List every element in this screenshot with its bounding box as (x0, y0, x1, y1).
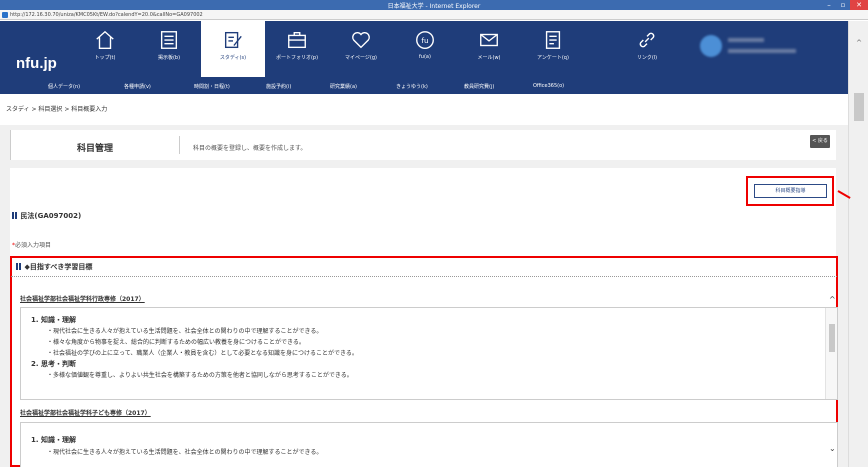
link-icon (639, 32, 655, 48)
study-icon (224, 31, 242, 49)
nav-portfolio[interactable]: ポートフォリオ(p) (265, 21, 329, 77)
goals-textbox[interactable]: 1. 知識・理解 ・現代社会に生きる人々が抱えている生活問題を、社会全体との関わ… (20, 422, 838, 467)
nav-label: 掲示板(b) (157, 55, 181, 61)
nav-study[interactable]: スタディ(s) (201, 21, 265, 77)
nav-mypage[interactable]: マイページ(g) (329, 21, 393, 77)
list-item: ・社会福祉の学びの上に立って、職業人（企業人・教員を含む）として必要となる知識を… (47, 350, 358, 357)
nav-label: メール(w) (477, 55, 501, 61)
page-title: 科目管理 (77, 144, 114, 154)
main-nav: トップ(t) 掲示板(b) スタディ(s) ポートフォリオ(p) マイページ(g… (73, 21, 679, 77)
page-scrollbar[interactable]: ^ (848, 21, 868, 467)
page-title-box: 科目管理 科目の概要を登録し、概要を作成します。 (10, 130, 836, 160)
ie-icon (2, 12, 8, 18)
subnav-item[interactable]: きょうゆう(k) (396, 83, 428, 90)
user-name (728, 38, 764, 42)
nav-label: fu(a) (419, 54, 431, 60)
fu-icon: fu (416, 31, 434, 49)
subnav-item[interactable]: 研究業績(a) (330, 83, 357, 90)
syllabus-button[interactable]: 科目概要指導 (754, 184, 827, 198)
avatar[interactable] (700, 35, 722, 57)
nav-label: トップ(t) (94, 55, 116, 61)
section-title: 2. 思考・判断 (31, 360, 76, 368)
back-button[interactable]: < 戻る (810, 135, 830, 148)
required-text: 必須入力項目 (15, 242, 52, 249)
window-title: 日本福祉大学 - Internet Explorer (387, 3, 481, 10)
syllabus-button-highlight: 科目概要指導 (746, 176, 834, 206)
url-text: http://172.16.30.70/uniza/KMC05Kt/EW.do?… (10, 12, 203, 18)
site-header: nfu.jp トップ(t) 掲示板(b) スタディ(s) ポートフォリオ(p) … (0, 21, 848, 94)
close-button[interactable]: ✕ (850, 0, 868, 10)
window-titlebar: 日本福祉大学 - Internet Explorer – ▫ ✕ (0, 0, 868, 10)
scroll-down-icon[interactable]: ⌄ (829, 444, 836, 453)
nav-fu[interactable]: fu fu(a) (393, 21, 457, 77)
nav-label: マイページ(g) (345, 55, 377, 61)
heart-icon (352, 32, 370, 49)
nav-label: アンケート(q) (537, 55, 569, 61)
program-title: 社会福祉学部社会福祉学科子ども専修（2017） (20, 410, 151, 417)
goals-textbox[interactable]: 1. 知識・理解 ・現代社会に生きる人々が抱えている生活問題を、社会全体との関わ… (20, 307, 838, 400)
nav-mail[interactable]: メール(w) (457, 21, 521, 77)
square-icon (19, 263, 21, 270)
breadcrumb: スタディ > 科目選択 > 科目概要入力 (6, 106, 108, 113)
portfolio-icon (288, 31, 306, 49)
textbox-scrollbar[interactable] (825, 308, 837, 399)
minimize-button[interactable]: – (822, 0, 836, 10)
board-icon (160, 31, 178, 49)
list-item: ・現代社会に生きる人々が抱えている生活問題を、社会全体との関わりの中で理解するこ… (47, 449, 323, 456)
goals-heading: ◆目指すべき学習目標 (16, 262, 92, 272)
survey-icon (545, 31, 561, 49)
nav-label: リンク(l) (636, 55, 658, 61)
required-note: *必須入力項目 (12, 240, 51, 249)
site-logo[interactable]: nfu.jp (16, 55, 57, 72)
sub-nav: 個人データ(n) 各種申請(v) 時間割・日程(t) 施設予約(i) 研究業績(… (0, 77, 848, 94)
page-description: 科目の概要を登録し、概要を作成します。 (193, 145, 307, 152)
subnav-item[interactable]: 各種申請(v) (124, 83, 151, 90)
mail-icon (480, 33, 498, 47)
scroll-up-icon[interactable]: ^ (849, 39, 868, 47)
scroll-up-icon[interactable]: ^ (829, 295, 836, 304)
subnav-item[interactable]: Office365(o) (533, 83, 564, 89)
section-title: 1. 知識・理解 (31, 316, 76, 324)
nav-top[interactable]: トップ(t) (73, 21, 137, 77)
svg-text:fu: fu (421, 36, 428, 45)
maximize-button[interactable]: ▫ (836, 0, 850, 10)
nav-label: ポートフォリオ(p) (275, 55, 319, 61)
goals-title: ◆目指すべき学習目標 (24, 263, 93, 271)
square-icon (15, 212, 17, 219)
divider (11, 276, 837, 277)
subnav-item[interactable]: 施設予約(i) (266, 83, 291, 90)
user-info (728, 49, 796, 53)
nav-survey[interactable]: アンケート(q) (521, 21, 585, 77)
course-heading: 民法(GA097002) (12, 211, 81, 221)
square-icon (16, 263, 18, 270)
list-item: ・多様な価値観を尊重し、よりよい共生社会を構築するための方策を他者と協同しながら… (47, 372, 353, 379)
nav-board[interactable]: 掲示板(b) (137, 21, 201, 77)
list-item: ・様々な角度から物事を捉え、総合的に判断するための幅広い教養を身につけることがで… (47, 339, 305, 346)
scroll-thumb[interactable] (829, 324, 835, 352)
course-name: 民法(GA097002) (20, 212, 82, 220)
subnav-item[interactable]: 教員研究費(j) (464, 83, 494, 90)
subnav-item[interactable]: 時間割・日程(t) (194, 83, 230, 90)
title-divider (179, 136, 180, 154)
scroll-thumb[interactable] (854, 93, 864, 121)
home-icon (96, 30, 114, 49)
program-title: 社会福祉学部社会福祉学科行政専修（2017） (20, 296, 145, 303)
section-title: 1. 知識・理解 (31, 436, 76, 444)
nav-label: スタディ(s) (219, 55, 247, 61)
list-item: ・現代社会に生きる人々が抱えている生活問題を、社会全体との関わりの中で理解するこ… (47, 328, 323, 335)
square-icon (12, 212, 14, 219)
address-bar[interactable]: http://172.16.30.70/uniza/KMC05Kt/EW.do?… (0, 10, 868, 20)
nav-link[interactable]: リンク(l) (615, 21, 679, 77)
subnav-item[interactable]: 個人データ(n) (48, 83, 80, 90)
